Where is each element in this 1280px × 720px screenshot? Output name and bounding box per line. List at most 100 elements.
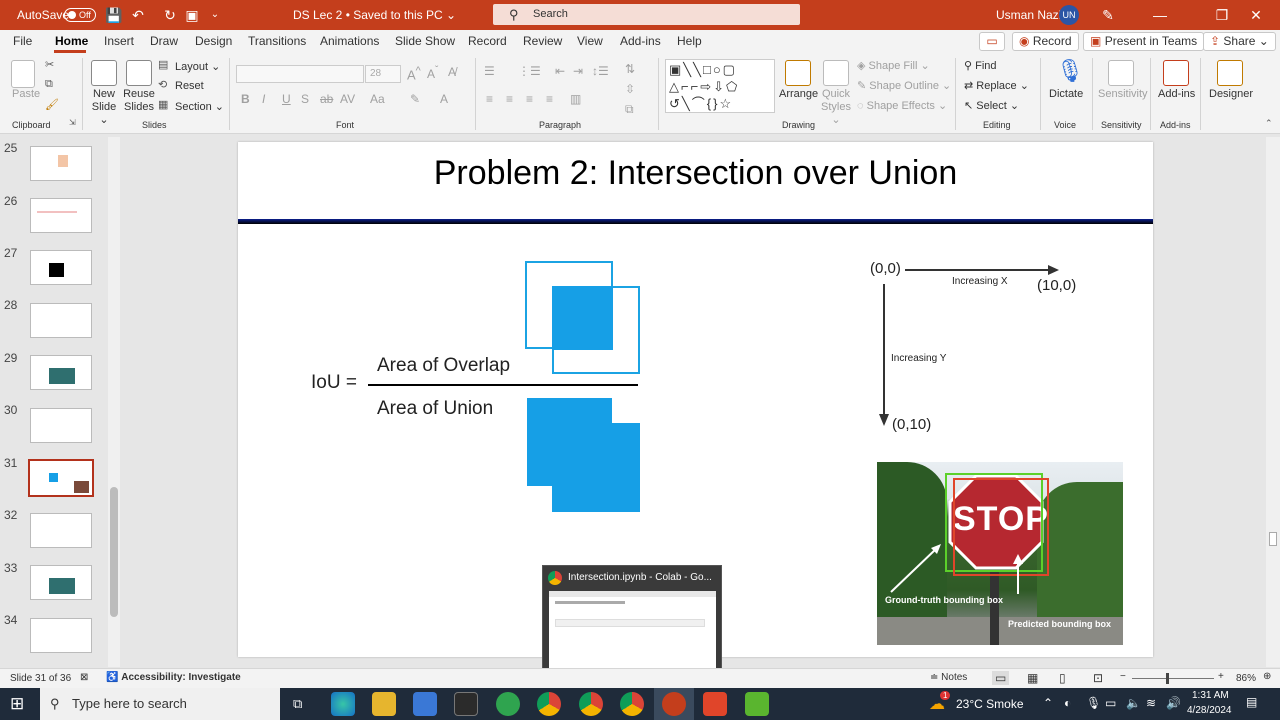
slide-thumbnail[interactable]	[30, 618, 92, 653]
present-icon[interactable]: ▣	[182, 5, 202, 25]
layout-button[interactable]: Layout ⌄	[175, 60, 220, 73]
tab-review[interactable]: Review	[523, 34, 562, 48]
editor-scrollbar[interactable]	[1266, 137, 1280, 667]
tab-home[interactable]: Home	[55, 34, 88, 48]
app-icon[interactable]	[703, 692, 727, 716]
slide-thumbnail[interactable]	[30, 250, 92, 285]
accessibility-status[interactable]: ♿ Accessibility: Investigate	[106, 672, 241, 683]
user-name[interactable]: Usman Nazir	[996, 0, 1065, 30]
share-button[interactable]: ⇪ Share ⌄	[1203, 32, 1276, 51]
camtasia-icon[interactable]	[745, 692, 769, 716]
align-right-icon[interactable]: ≡	[526, 92, 533, 106]
select-button[interactable]: ↖ Select ⌄	[964, 99, 1019, 112]
network-app-icon[interactable]: ◐	[1064, 696, 1071, 710]
slide-thumbnail[interactable]	[30, 355, 92, 390]
line-shape-icon[interactable]: ╲	[693, 62, 703, 77]
document-title[interactable]: DS Lec 2 • Saved to this PC ⌄	[293, 0, 456, 30]
undo-icon[interactable]: ↶	[128, 5, 148, 25]
notes-button[interactable]: ≐ Notes	[930, 672, 967, 683]
chrome-profile-icon[interactable]	[579, 692, 603, 716]
font-size-box[interactable]: 28	[365, 65, 401, 83]
arrow-shape-icon[interactable]: ⇨	[700, 79, 713, 94]
arrange-icon[interactable]	[785, 60, 811, 86]
thumbnail-scrollbar[interactable]	[108, 137, 120, 667]
edge-icon[interactable]	[331, 692, 355, 716]
shapes-gallery[interactable]: ▣╲╲□○▢ △⌐⌐⇨⇩⬠ ↺╲⌒{}☆	[665, 59, 775, 113]
highlight-icon[interactable]: ✎	[410, 92, 420, 106]
app-icon[interactable]	[496, 692, 520, 716]
file-explorer-icon[interactable]	[372, 692, 396, 716]
zoom-slider[interactable]	[1132, 673, 1214, 684]
tab-insert[interactable]: Insert	[104, 34, 134, 48]
microphone-icon[interactable]: 🎙	[1086, 696, 1101, 710]
arrow-shape-icon[interactable]: ⇩	[713, 79, 726, 94]
normal-view-icon[interactable]: ▭	[992, 671, 1010, 685]
windows-search-box[interactable]: ⚲ Type here to search	[40, 688, 280, 720]
numbering-icon[interactable]: ⋮☰	[518, 64, 541, 78]
new-slide-icon[interactable]	[91, 60, 117, 86]
designer-icon[interactable]	[1217, 60, 1243, 86]
decrease-indent-icon[interactable]: ⇤	[555, 64, 565, 78]
italic-icon[interactable]: I	[262, 92, 265, 106]
windows-start-icon[interactable]: ⊞	[10, 694, 24, 714]
clock-time[interactable]: 1:31 AM	[1192, 690, 1229, 701]
cut-icon[interactable]: ✂	[45, 58, 54, 71]
reset-button[interactable]: Reset	[175, 80, 204, 92]
connector-shape-icon[interactable]: ⌐	[681, 79, 691, 94]
slide-thumbnail[interactable]	[30, 198, 92, 233]
record-button[interactable]: ◉ Record	[1012, 32, 1079, 51]
line-spacing-icon[interactable]: ↕☰	[592, 64, 609, 78]
clock-date[interactable]: 4/28/2024	[1187, 705, 1232, 716]
wifi-icon[interactable]: ≋	[1146, 696, 1156, 710]
rectangle-shape-icon[interactable]: □	[703, 62, 713, 77]
sensitivity-button[interactable]: Sensitivity	[1098, 88, 1148, 100]
slide-thumbnail[interactable]	[30, 303, 92, 338]
slide-thumbnail[interactable]	[30, 146, 92, 181]
scrollbar-thumb[interactable]	[1269, 532, 1277, 546]
slide-thumbnail[interactable]	[30, 513, 92, 548]
chrome-icon[interactable]	[537, 692, 561, 716]
change-case-icon[interactable]: Aa	[370, 92, 385, 106]
font-name-box[interactable]	[236, 65, 364, 83]
spelling-icon[interactable]: ⊠	[80, 672, 88, 683]
replace-button[interactable]: ⇄ Replace ⌄	[964, 79, 1029, 92]
text-direction-icon[interactable]: ⇅	[625, 62, 635, 76]
present-in-teams-button[interactable]: ▣ Present in Teams	[1083, 32, 1205, 51]
tab-record[interactable]: Record	[468, 34, 507, 48]
scrollbar-thumb[interactable]	[110, 487, 118, 617]
align-left-icon[interactable]: ≡	[486, 92, 493, 106]
zoom-slider-thumb[interactable]	[1166, 673, 1169, 684]
rounded-rect-shape-icon[interactable]: ▢	[723, 62, 737, 77]
sensitivity-icon[interactable]	[1108, 60, 1134, 86]
star-shape-icon[interactable]: ☆	[719, 96, 733, 111]
paste-button[interactable]: Paste	[12, 88, 40, 100]
bold-icon[interactable]: B	[241, 92, 250, 106]
textbox-shape-icon[interactable]: ▣	[669, 62, 683, 77]
more-shapes-icon[interactable]: ⬠	[726, 79, 739, 94]
tab-view[interactable]: View	[577, 34, 603, 48]
notifications-icon[interactable]: ▤	[1246, 695, 1257, 709]
search-box[interactable]: ⚲ Search	[493, 4, 800, 25]
designer-button[interactable]: Designer	[1209, 88, 1253, 100]
bullets-icon[interactable]: ☰	[484, 64, 495, 78]
close-icon[interactable]: ✕	[1246, 5, 1266, 25]
minimize-icon[interactable]: —	[1150, 5, 1170, 25]
stop-sign-photo[interactable]: STOP Ground-truth bounding box Predicted…	[877, 462, 1123, 645]
comments-button[interactable]: ▭	[979, 32, 1005, 51]
reading-view-icon[interactable]: ▯	[1059, 671, 1066, 685]
decrease-font-icon[interactable]: Aˇ	[427, 65, 438, 81]
smartart-icon[interactable]: ⧉	[625, 102, 634, 117]
shape-fill-button[interactable]: ◈ Shape Fill ⌄	[857, 59, 930, 72]
columns-icon[interactable]: ▥	[570, 92, 581, 106]
increase-font-icon[interactable]: A^	[407, 65, 421, 82]
microphone-icon[interactable]: 🎙	[1056, 58, 1084, 84]
customize-toolbar-icon[interactable]: ⌄	[205, 5, 225, 25]
slide-thumbnail-selected[interactable]	[28, 459, 94, 497]
quick-styles-button[interactable]: Quick Styles ⌄	[816, 88, 856, 127]
save-icon[interactable]: 💾	[104, 5, 124, 25]
slideshow-view-icon[interactable]: ⊡	[1093, 671, 1103, 685]
align-center-icon[interactable]: ≡	[506, 92, 513, 106]
underline-icon[interactable]: U	[282, 92, 291, 106]
oval-shape-icon[interactable]: ○	[713, 62, 723, 77]
curve-shape-icon[interactable]: ╲	[682, 96, 692, 111]
